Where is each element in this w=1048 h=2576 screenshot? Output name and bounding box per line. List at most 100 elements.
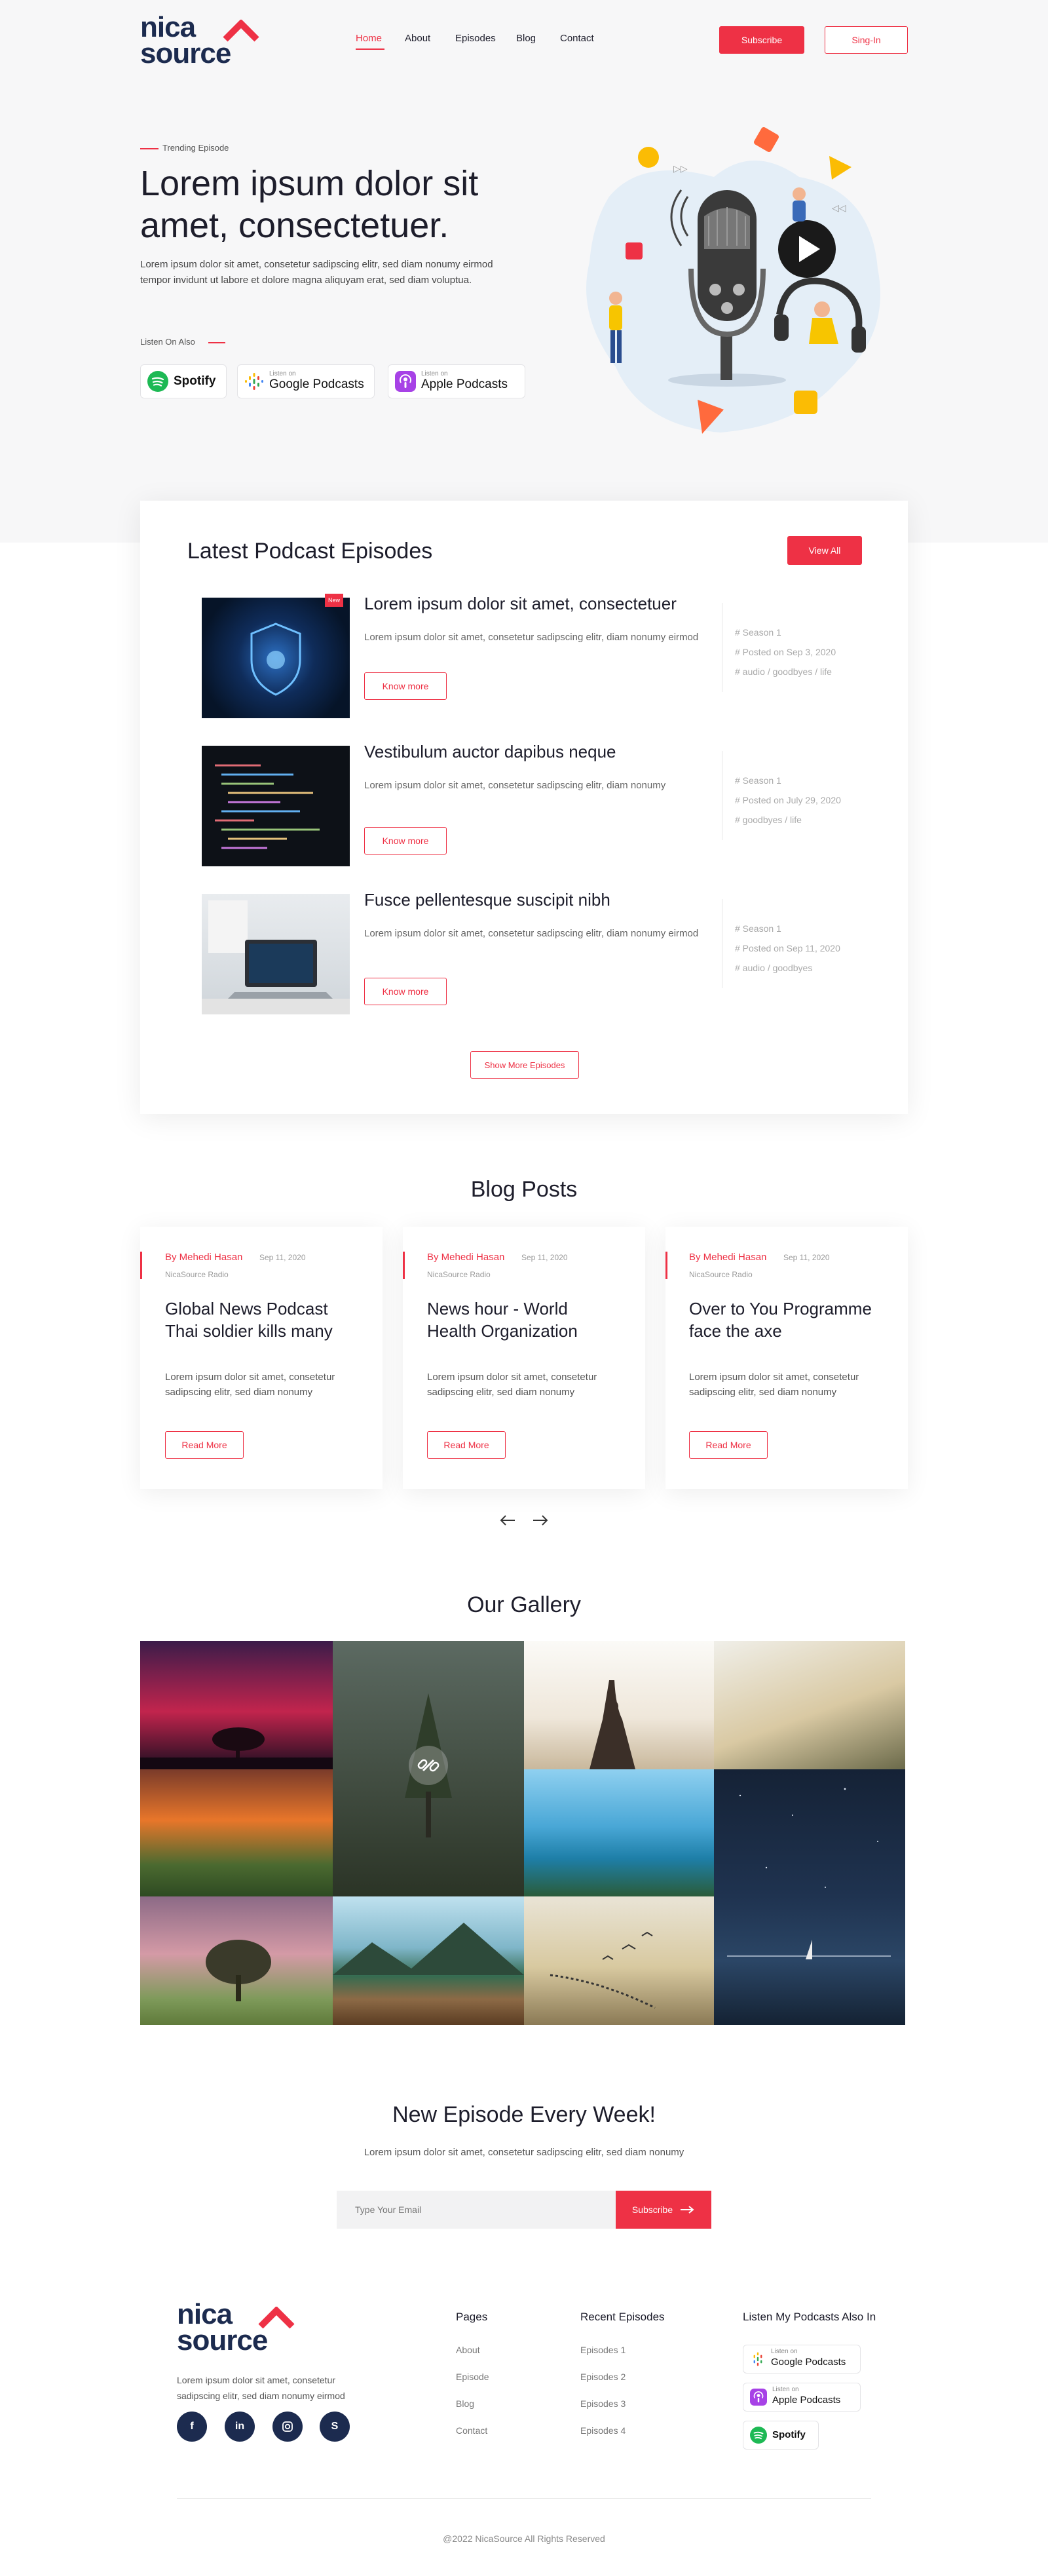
nav-active-underline [356,48,384,50]
episode-season-2: # Season 1 [735,775,781,786]
subscribe-button[interactable]: Subscribe [719,26,804,54]
show-more-episodes-button[interactable]: Show More Episodes [470,1051,579,1079]
site-logo[interactable]: nica source [140,11,231,69]
listen-line [208,342,225,343]
gallery-image-4[interactable] [714,1641,905,1769]
gallery-image-1[interactable] [140,1641,333,1769]
footer-link-about[interactable]: About [456,2345,480,2355]
logo-roof-icon [223,20,259,42]
linkedin-icon[interactable]: in [225,2412,255,2442]
svg-text:◁◁: ◁◁ [832,202,846,213]
episodes-heading: Latest Podcast Episodes [187,539,433,564]
blog-accent-3 [665,1252,667,1279]
know-more-button-1[interactable]: Know more [364,672,447,700]
episode-title-1[interactable]: Lorem ipsum dolor sit amet, consectetuer [364,594,677,614]
blog-title-2[interactable]: News hour - World Health Organization [427,1298,617,1342]
footer-link-contact[interactable]: Contact [456,2425,487,2436]
spotify-icon [750,2427,767,2444]
episode-posted-2: # Posted on July 29, 2020 [735,795,841,805]
apple-podcasts-badge[interactable]: Listen on Apple Podcasts [388,364,525,398]
episode-thumbnail-2[interactable] [202,746,350,866]
episode-thumbnail-1[interactable] [202,598,350,718]
blog-source-3: NicaSource Radio [689,1270,753,1279]
arrow-right-icon[interactable] [531,1514,550,1527]
footer-link-episode[interactable]: Episode [456,2372,489,2382]
footer-spotify-badge[interactable]: Spotify [743,2421,819,2450]
logo-line-2: source [140,37,231,69]
facebook-icon[interactable]: f [177,2412,207,2442]
footer-logo[interactable]: nica source [177,2300,268,2355]
footer-episode-4[interactable]: Episodes 4 [580,2425,626,2436]
blog-title-3[interactable]: Over to You Programme face the axe [689,1298,886,1342]
apple-podcasts-icon [750,2389,767,2406]
eyebrow-line [140,148,159,149]
read-more-button-1[interactable]: Read More [165,1431,244,1459]
logo-line-1: nica [140,11,196,43]
gallery-image-7[interactable] [714,1769,905,2025]
google-podcasts-badge[interactable]: Listen on Google Podcasts [237,364,375,398]
nav-episodes[interactable]: Episodes [455,33,496,44]
gallery-image-6[interactable] [524,1769,714,1896]
instagram-icon[interactable] [272,2412,303,2442]
newsletter-text: Lorem ipsum dolor sit amet, consetetur s… [364,2147,684,2158]
spotify-badge[interactable]: Spotify [140,364,227,398]
footer-recent-heading: Recent Episodes [580,2311,665,2323]
new-badge: New [325,594,343,607]
newsletter-subscribe-label: Subscribe [631,2204,673,2215]
gallery-image-9[interactable] [333,1896,524,2025]
episode-tags-1: # audio / goodbyes / life [735,666,832,677]
blog-source-1: NicaSource Radio [165,1270,229,1279]
hero-title: Lorem ipsum dolor sit amet, consectetuer… [140,164,479,245]
footer-link-blog[interactable]: Blog [456,2398,474,2409]
nav-contact[interactable]: Contact [560,33,594,44]
read-more-button-3[interactable]: Read More [689,1431,768,1459]
gallery-image-8[interactable] [140,1896,333,2025]
podcast-illustration: ▷▷ ◁◁ [586,126,880,434]
nav-home[interactable]: Home [356,33,382,44]
footer-listen-heading: Listen My Podcasts Also In [743,2311,876,2323]
footer-logo-roof-icon [258,2307,295,2329]
blog-excerpt-1: Lorem ipsum dolor sit amet, consetetur s… [165,1372,335,1398]
footer-episode-2[interactable]: Episodes 2 [580,2372,626,2382]
blog-source-2: NicaSource Radio [427,1270,491,1279]
episode-tags-2: # goodbyes / life [735,815,802,825]
gallery-image-2[interactable] [333,1641,524,1896]
hero-eyebrow: Trending Episode [162,143,229,153]
svg-text:▷▷: ▷▷ [673,163,688,174]
read-more-button-2[interactable]: Read More [427,1431,506,1459]
footer-apple-podcasts-badge[interactable]: Listen on Apple Podcasts [743,2383,861,2412]
footer-apple-small: Listen on [772,2386,799,2393]
blog-author-3[interactable]: By Mehedi Hasan [689,1252,766,1263]
skype-icon[interactable]: S [320,2412,350,2442]
episode-tags-3: # audio / goodbyes [735,963,813,973]
episode-title-2[interactable]: Vestibulum auctor dapibus neque [364,742,616,762]
view-all-button[interactable]: View All [787,536,862,565]
footer-google-small: Listen on [771,2348,798,2355]
gallery-image-5[interactable] [140,1769,333,1896]
know-more-button-3[interactable]: Know more [364,978,447,1005]
blog-author-1[interactable]: By Mehedi Hasan [165,1252,242,1263]
arrow-left-icon[interactable] [498,1514,517,1527]
listen-label: Listen On Also [140,337,195,347]
google-podcasts-icon [245,373,263,390]
episode-desc-2: Lorem ipsum dolor sit amet, consetetur s… [364,780,666,791]
copyright: @2022 NicaSource All Rights Reserved [443,2533,605,2544]
sign-in-button[interactable]: Sing-In [825,26,908,54]
episode-thumbnail-3[interactable] [202,894,350,1014]
email-input[interactable] [337,2191,616,2229]
nav-blog[interactable]: Blog [516,33,536,44]
newsletter-subscribe-button[interactable]: Subscribe [616,2191,711,2229]
blog-author-2[interactable]: By Mehedi Hasan [427,1252,504,1263]
know-more-button-2[interactable]: Know more [364,827,447,855]
nav-about[interactable]: About [405,33,430,44]
gallery-image-10[interactable] [524,1896,714,2025]
blog-title-1[interactable]: Global News Podcast Thai soldier kills m… [165,1298,355,1342]
footer-episode-3[interactable]: Episodes 3 [580,2398,626,2409]
footer-google-podcasts-badge[interactable]: Listen on Google Podcasts [743,2345,861,2374]
code-screen-icon [215,764,320,849]
arrow-right-icon [681,2206,694,2214]
gallery-image-3[interactable] [524,1641,714,1769]
episode-desc-3: Lorem ipsum dolor sit amet, consetetur s… [364,928,699,939]
footer-episode-1[interactable]: Episodes 1 [580,2345,626,2355]
episode-title-3[interactable]: Fusce pellentesque suscipit nibh [364,890,610,910]
